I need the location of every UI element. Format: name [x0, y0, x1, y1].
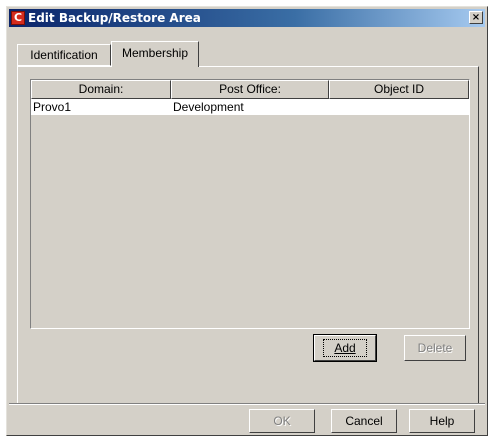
window-title: Edit Backup/Restore Area — [28, 11, 201, 25]
tab-identification-label: Identification — [30, 48, 98, 62]
delete-button[interactable]: Delete — [404, 335, 466, 361]
membership-table[interactable]: Domain: Post Office: Object ID Provo1 De… — [30, 79, 470, 329]
app-icon: C — [11, 11, 25, 25]
cancel-button[interactable]: Cancel — [331, 409, 397, 433]
dialog-window: C Edit Backup/Restore Area × Identificat… — [6, 6, 488, 436]
cell-domain: Provo1 — [33, 100, 72, 114]
membership-panel: Domain: Post Office: Object ID Provo1 De… — [17, 66, 479, 404]
tab-membership-label: Membership — [121, 46, 189, 60]
help-button[interactable]: Help — [409, 409, 475, 433]
close-button[interactable]: × — [469, 11, 483, 24]
footer-separator — [9, 403, 485, 405]
table-row[interactable]: Provo1 Development — [31, 99, 469, 115]
column-header-domain[interactable]: Domain: — [31, 80, 171, 99]
cell-post-office: Development — [173, 100, 244, 114]
ok-button[interactable]: OK — [249, 409, 315, 433]
column-header-object-id[interactable]: Object ID — [329, 80, 469, 99]
table-header: Domain: Post Office: Object ID — [31, 80, 469, 99]
tab-identification[interactable]: Identification — [17, 44, 111, 66]
column-header-post-office[interactable]: Post Office: — [171, 80, 329, 99]
tab-membership[interactable]: Membership — [111, 41, 199, 67]
cell-object-id — [329, 99, 469, 115]
add-button-label: Add — [323, 339, 367, 357]
title-bar[interactable]: C Edit Backup/Restore Area × — [9, 9, 485, 27]
delete-button-label: Delete — [417, 341, 453, 355]
add-button[interactable]: Add — [313, 334, 377, 362]
